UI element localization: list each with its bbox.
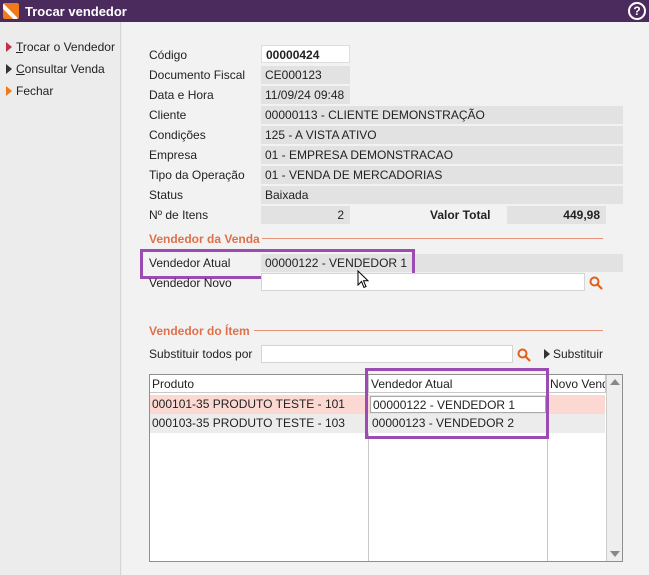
- mouse-cursor-icon: [357, 270, 370, 289]
- search-icon[interactable]: [589, 276, 603, 290]
- sidebar-item-trocar-vendedor[interactable]: Trocar o Vendedor: [6, 40, 115, 56]
- data-hora-label: Data e Hora: [149, 88, 214, 102]
- cell-produto: 000103-35 PRODUTO TESTE - 103: [152, 416, 345, 430]
- vertical-scrollbar[interactable]: [606, 375, 622, 561]
- scroll-down-icon[interactable]: [610, 551, 620, 557]
- empresa-value: 01 - EMPRESA DEMONSTRACAO: [261, 146, 623, 164]
- cliente-label: Cliente: [149, 108, 187, 122]
- n-itens-label: Nº de Itens: [149, 208, 209, 222]
- tipo-operacao-label: Tipo da Operação: [149, 168, 245, 182]
- condicoes-label: Condições: [149, 128, 206, 142]
- highlight-box-vendedor-atual-column: [365, 368, 549, 439]
- vendedor-novo-label: Vendedor Novo: [149, 276, 232, 290]
- valor-total-label: Valor Total: [430, 208, 491, 222]
- arrow-right-icon: [6, 64, 12, 74]
- empresa-label: Empresa: [149, 148, 198, 162]
- search-icon[interactable]: [517, 348, 531, 362]
- scroll-up-icon[interactable]: [610, 379, 620, 385]
- sidebar: Trocar o Vendedor Consultar Venda Fechar: [0, 22, 121, 575]
- substituir-button[interactable]: Substituir: [544, 347, 603, 361]
- cell-novo-vendedor[interactable]: [549, 395, 605, 414]
- valor-total-value: 449,98: [507, 206, 606, 224]
- sidebar-item-label: Fechar: [16, 84, 54, 98]
- sidebar-item-hotkey: T: [16, 40, 23, 54]
- data-hora-value: 11/09/24 09:48: [261, 86, 350, 104]
- cell-produto: 000101-35 PRODUTO TESTE - 101: [152, 397, 345, 411]
- sidebar-item-consultar-venda[interactable]: Consultar Venda: [6, 62, 105, 78]
- title-bar: Trocar vendedor ?: [0, 0, 649, 22]
- n-itens-value: 2: [261, 206, 350, 224]
- section-divider: [262, 238, 603, 239]
- arrow-right-icon: [544, 349, 550, 359]
- app-logo-icon: [3, 3, 19, 19]
- condicoes-value: 125 - A VISTA ATIVO: [261, 126, 623, 144]
- substituir-todos-input[interactable]: [261, 345, 513, 363]
- status-label: Status: [149, 188, 184, 202]
- column-header-produto[interactable]: Produto: [150, 375, 369, 393]
- substituir-button-label: Substituir: [553, 347, 604, 361]
- sidebar-item-hotkey: C: [16, 62, 25, 76]
- sidebar-item-label: onsultar Venda: [24, 62, 105, 76]
- column-header-novo-vendedor[interactable]: Novo Vend: [548, 375, 606, 393]
- help-icon[interactable]: ?: [628, 2, 646, 20]
- arrow-right-icon: [6, 86, 12, 96]
- codigo-label: Código: [149, 48, 188, 62]
- vendedor-novo-input[interactable]: [261, 273, 585, 291]
- section-vendedor-do-item: Vendedor do Ítem: [149, 324, 250, 338]
- section-vendedor-da-venda: Vendedor da Venda: [149, 232, 260, 246]
- sidebar-item-label: rocar o Vendedor: [22, 40, 115, 54]
- documento-fiscal-value: CE000123: [261, 66, 350, 84]
- arrow-right-icon: [6, 42, 12, 52]
- cell-novo-vendedor[interactable]: [549, 414, 605, 433]
- substituir-todos-label: Substituir todos por: [149, 347, 253, 361]
- cliente-value: 00000113 - CLIENTE DEMONSTRAÇÃO: [261, 106, 623, 124]
- status-value: Baixada: [261, 186, 623, 204]
- sidebar-item-fechar[interactable]: Fechar: [6, 84, 53, 100]
- section-divider: [254, 330, 603, 331]
- tipo-operacao-value: 01 - VENDA DE MERCADORIAS: [261, 166, 623, 184]
- codigo-value: 00000424: [261, 45, 350, 63]
- window-title: Trocar vendedor: [25, 4, 127, 19]
- documento-fiscal-label: Documento Fiscal: [149, 68, 246, 82]
